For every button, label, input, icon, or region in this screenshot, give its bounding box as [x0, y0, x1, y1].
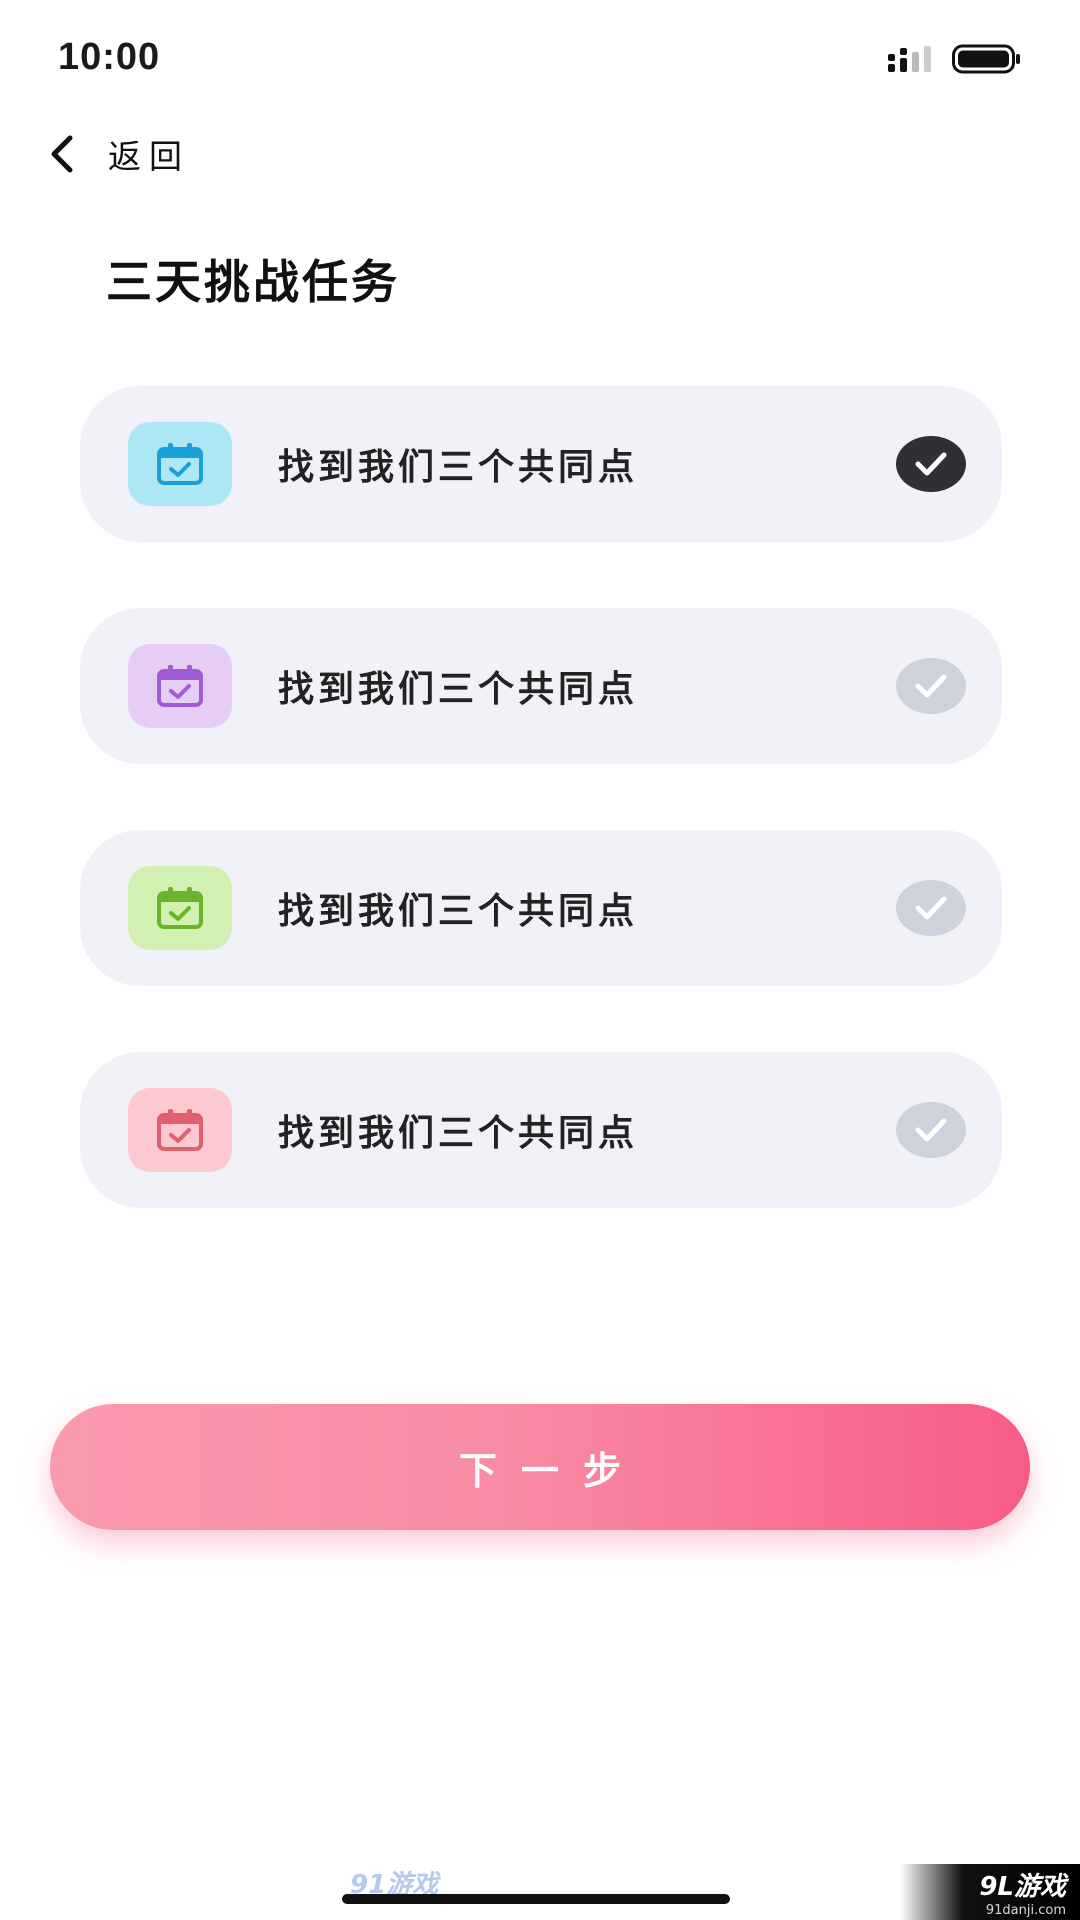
next-step-label: 下一步	[458, 1450, 645, 1493]
cellular-signal-icon	[888, 46, 931, 72]
task-label: 找到我们三个共同点	[278, 1113, 639, 1154]
check-circle-icon[interactable]	[896, 880, 966, 936]
watermark-logo-url: 91danji.com	[985, 1903, 1066, 1918]
next-step-button[interactable]: 下一步	[50, 1404, 1030, 1530]
calendar-check-icon	[157, 443, 203, 485]
task-card[interactable]: 找到我们三个共同点	[80, 608, 1002, 764]
watermark-logo-text: 9L游戏	[979, 1872, 1066, 1902]
check-circle-icon[interactable]	[896, 658, 966, 714]
task-icon-box	[128, 644, 232, 728]
chevron-left-icon	[51, 135, 73, 173]
home-indicator[interactable]	[342, 1894, 730, 1904]
task-card[interactable]: 找到我们三个共同点	[80, 1052, 1002, 1208]
check-circle-icon[interactable]	[896, 1102, 966, 1158]
task-card[interactable]: 找到我们三个共同点	[80, 830, 1002, 986]
back-button[interactable]: 返回	[44, 128, 190, 180]
task-icon-box	[128, 866, 232, 950]
task-card[interactable]: 找到我们三个共同点	[80, 386, 1002, 542]
status-bar: 10:00	[0, 0, 1080, 110]
task-icon-box	[128, 422, 232, 506]
task-label: 找到我们三个共同点	[278, 447, 639, 488]
task-list: 找到我们三个共同点 找到我们三个共同点 找到我们三个共同点 找到我们三个共同点	[80, 386, 1002, 1274]
task-label: 找到我们三个共同点	[278, 669, 639, 710]
watermark-logo-right: 9L游戏 91danji.com	[900, 1864, 1080, 1920]
calendar-check-icon	[157, 1109, 203, 1151]
calendar-check-icon	[157, 665, 203, 707]
check-circle-icon[interactable]	[896, 436, 966, 492]
page-title: 三天挑战任务	[106, 255, 400, 309]
status-time: 10:00	[58, 36, 161, 78]
back-label: 返回	[108, 137, 190, 176]
battery-full-icon	[952, 44, 1020, 74]
task-label: 找到我们三个共同点	[278, 891, 639, 932]
calendar-check-icon	[157, 887, 203, 929]
task-icon-box	[128, 1088, 232, 1172]
